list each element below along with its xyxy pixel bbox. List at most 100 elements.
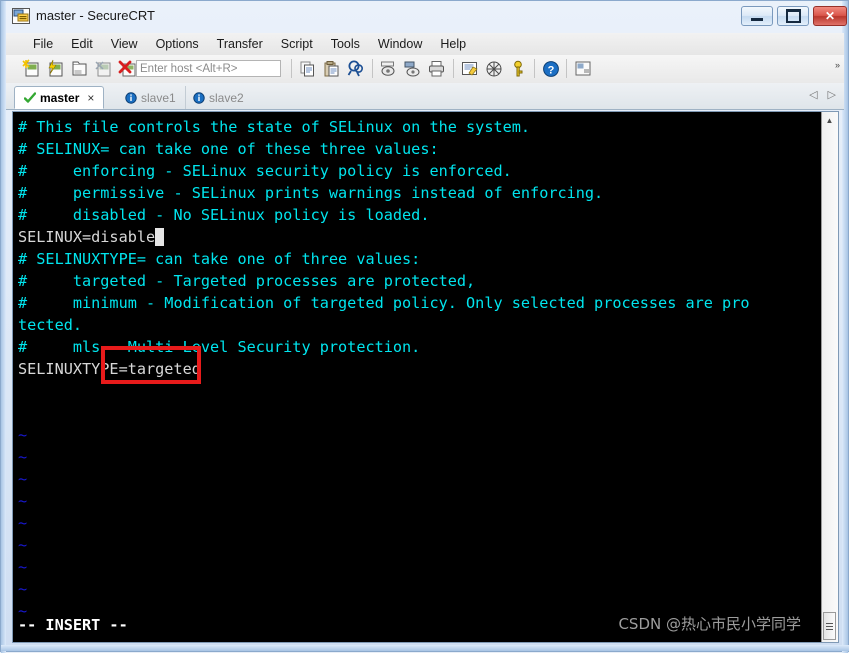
terminal-line-text: # SELINUX= can take one of these three v… bbox=[18, 140, 439, 158]
menu-item-window[interactable]: Window bbox=[369, 35, 431, 53]
quick-connect-icon[interactable] bbox=[46, 59, 66, 79]
terminal-line-text: # minimum - Modification of targeted pol… bbox=[18, 294, 750, 312]
terminal-panel: # This file controls the state of SELinu… bbox=[12, 111, 839, 643]
terminal-line: # targeted - Targeted processes are prot… bbox=[18, 270, 818, 292]
copy-icon[interactable] bbox=[298, 59, 318, 79]
terminal-line: ~ bbox=[18, 534, 818, 556]
toolbar-separator bbox=[372, 59, 373, 78]
terminal-line: ~ bbox=[18, 446, 818, 468]
terminal-line: # This file controls the state of SELinu… bbox=[18, 116, 818, 138]
terminal-line: ~ bbox=[18, 578, 818, 600]
terminal-line: # enforcing - SELinux security policy is… bbox=[18, 160, 818, 182]
terminal-screen[interactable]: # This file controls the state of SELinu… bbox=[13, 112, 823, 642]
terminal-line-text: ~ bbox=[18, 514, 28, 532]
terminal-line-text: SELINUXTYPE=targeted bbox=[18, 360, 201, 378]
print-screen-icon[interactable] bbox=[403, 59, 423, 79]
terminal-line-text: tected. bbox=[18, 316, 83, 334]
title-bar: master - SecureCRT ✕ bbox=[6, 3, 847, 31]
maximize-button[interactable] bbox=[777, 6, 809, 26]
session-manager-icon[interactable] bbox=[573, 59, 593, 79]
log-session-icon[interactable] bbox=[379, 59, 399, 79]
svg-text:?: ? bbox=[548, 65, 555, 77]
green-check-icon bbox=[23, 92, 37, 103]
paste-icon[interactable] bbox=[322, 59, 342, 79]
terminal-line-text: # This file controls the state of SELinu… bbox=[18, 118, 531, 136]
terminal-line: tected. bbox=[18, 314, 818, 336]
terminal-line-text: # permissive - SELinux prints warnings i… bbox=[18, 184, 604, 202]
terminal-line-text: ~ bbox=[18, 470, 28, 488]
terminal-cursor bbox=[155, 228, 165, 246]
scrollbar-up-arrow-icon[interactable]: ▲ bbox=[822, 112, 837, 128]
terminal-line: ~ bbox=[18, 490, 818, 512]
menu-item-help[interactable]: Help bbox=[431, 35, 475, 53]
terminal-line-text: # targeted - Targeted processes are prot… bbox=[18, 272, 476, 290]
tab-label: slave2 bbox=[209, 90, 244, 105]
terminal-line: # disabled - No SELinux policy is loaded… bbox=[18, 204, 818, 226]
terminal-line: ~ bbox=[18, 512, 818, 534]
global-options-icon[interactable] bbox=[484, 59, 504, 79]
terminal-text-area: # This file controls the state of SELinu… bbox=[18, 116, 818, 622]
terminal-line: SELINUXTYPE=targeted bbox=[18, 358, 818, 380]
terminal-line: ~ bbox=[18, 556, 818, 578]
tab-close-icon[interactable]: × bbox=[87, 91, 94, 105]
terminal-line-text: # disabled - No SELinux policy is loaded… bbox=[18, 206, 430, 224]
find-icon[interactable] bbox=[346, 59, 366, 79]
menu-bar: File Edit View Options Transfer Script T… bbox=[6, 33, 844, 56]
toolbar-separator bbox=[566, 59, 567, 78]
terminal-line-text: ~ bbox=[18, 426, 28, 444]
tab-label: slave1 bbox=[141, 90, 176, 105]
tab-scroll-right-icon[interactable]: ▷ bbox=[828, 88, 836, 101]
maximize-icon bbox=[778, 7, 808, 25]
new-tab-icon[interactable] bbox=[70, 59, 90, 79]
terminal-line-text: SELINUX=disable bbox=[18, 228, 156, 246]
new-session-icon[interactable] bbox=[22, 59, 42, 79]
terminal-line-text: # SELINUXTYPE= can take one of three val… bbox=[18, 250, 421, 268]
toolbar-overflow-button[interactable]: » bbox=[835, 61, 840, 70]
scrollbar-thumb[interactable] bbox=[823, 612, 836, 640]
clone-session-icon[interactable] bbox=[94, 59, 114, 79]
toolbar: Enter host <Alt+R> ? » bbox=[6, 55, 844, 84]
terminal-line: ~ bbox=[18, 468, 818, 490]
terminal-scrollbar[interactable]: ▲ bbox=[821, 112, 838, 642]
securecrt-app-icon bbox=[12, 7, 30, 25]
terminal-line-text: # mls - Multi Level Security protection. bbox=[18, 338, 421, 356]
toolbar-separator bbox=[453, 59, 454, 78]
terminal-line: SELINUX=disable bbox=[18, 226, 818, 248]
disconnect-icon[interactable] bbox=[118, 59, 138, 79]
terminal-line-text: ~ bbox=[18, 448, 28, 466]
terminal-line-text: ~ bbox=[18, 580, 28, 598]
tab-slave1[interactable]: slave1 bbox=[116, 86, 186, 109]
menu-item-tools[interactable]: Tools bbox=[322, 35, 369, 53]
toolbar-separator bbox=[534, 59, 535, 78]
menu-item-edit[interactable]: Edit bbox=[62, 35, 102, 53]
key-icon[interactable] bbox=[508, 59, 528, 79]
vim-status-line: -- INSERT -- bbox=[18, 616, 128, 634]
toolbar-separator bbox=[291, 59, 292, 78]
terminal-line: # minimum - Modification of targeted pol… bbox=[18, 292, 818, 314]
help-icon[interactable]: ? bbox=[541, 59, 561, 79]
terminal-line-text: ~ bbox=[18, 492, 28, 510]
terminal-line-text: # enforcing - SELinux security policy is… bbox=[18, 162, 512, 180]
tab-slave2[interactable]: slave2 bbox=[184, 86, 253, 109]
menu-item-script[interactable]: Script bbox=[272, 35, 322, 53]
print-icon[interactable] bbox=[427, 59, 447, 79]
menu-item-options[interactable]: Options bbox=[147, 35, 208, 53]
securecrt-window: master - SecureCRT ✕ File Edit View Opti… bbox=[0, 0, 849, 653]
close-icon: ✕ bbox=[824, 9, 836, 23]
terminal-line: ~ bbox=[18, 424, 818, 446]
tab-master[interactable]: master × bbox=[14, 86, 105, 109]
tab-scroll-left-icon[interactable]: ◁ bbox=[809, 88, 817, 101]
terminal-line: # mls - Multi Level Security protection. bbox=[18, 336, 818, 358]
menu-item-transfer[interactable]: Transfer bbox=[208, 35, 272, 53]
info-circle-icon bbox=[193, 92, 205, 104]
close-button[interactable]: ✕ bbox=[813, 6, 847, 26]
session-options-icon[interactable] bbox=[460, 59, 480, 79]
watermark-text: CSDN @热心市民小学同学 bbox=[618, 615, 801, 633]
menu-item-file[interactable]: File bbox=[24, 35, 62, 53]
terminal-line-text: ~ bbox=[18, 558, 28, 576]
minimize-button[interactable] bbox=[741, 6, 773, 26]
tab-bar: master × slave1 slave2 ◁ ▷ bbox=[6, 83, 844, 110]
host-input[interactable]: Enter host <Alt+R> bbox=[136, 60, 281, 77]
window-title: master - SecureCRT bbox=[36, 8, 155, 23]
menu-item-view[interactable]: View bbox=[102, 35, 147, 53]
